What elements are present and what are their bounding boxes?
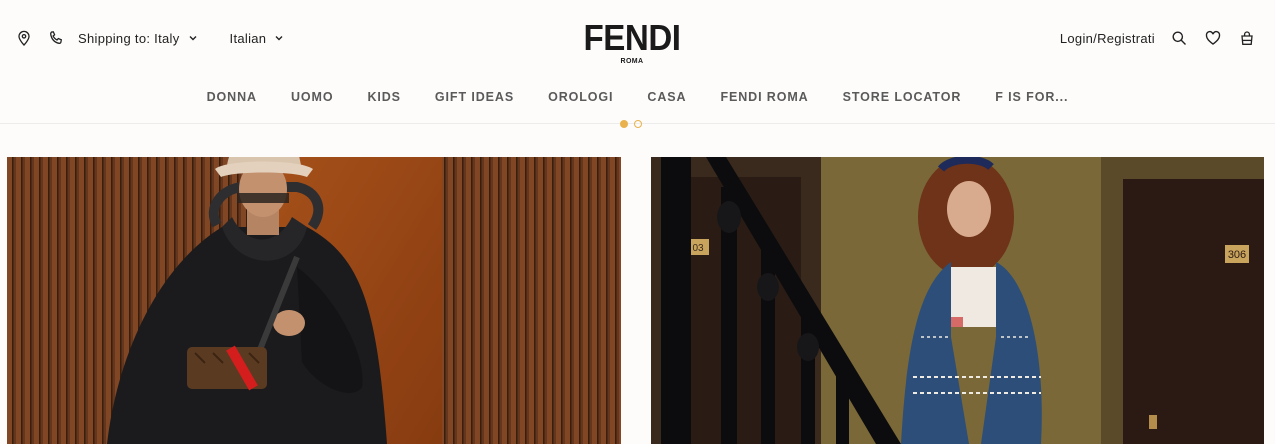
header-utilities-right: Login/Registrati: [1060, 28, 1257, 48]
site-header: Shipping to: Italy Italian FENDI ROMA Lo…: [0, 0, 1275, 124]
logo-wordmark: FENDI: [583, 17, 681, 58]
main-navigation: DONNA UOMO KIDS GIFT IDEAS OROLOGI CASA …: [0, 86, 1275, 108]
carousel-dots: [620, 120, 648, 128]
shipping-label: Shipping to: Italy: [78, 30, 180, 46]
nav-item-donna[interactable]: DONNA: [207, 90, 257, 104]
nav-item-kids[interactable]: KIDS: [367, 90, 400, 104]
location-pin-icon[interactable]: [14, 28, 34, 48]
language-selector[interactable]: Italian: [230, 31, 285, 46]
nav-item-uomo[interactable]: UOMO: [291, 90, 334, 104]
hero-panel-men[interactable]: [7, 157, 621, 444]
chevron-down-icon: [275, 36, 283, 41]
nav-item-f-is-for[interactable]: F IS FOR...: [995, 90, 1068, 104]
nav-item-orologi[interactable]: OROLOGI: [548, 90, 613, 104]
shopping-bag-icon[interactable]: [1237, 28, 1257, 48]
logo-subline: ROMA: [620, 58, 644, 65]
header-utilities-left: Shipping to: Italy Italian: [14, 28, 284, 48]
carousel-dot-2[interactable]: [634, 120, 642, 128]
nav-item-casa[interactable]: CASA: [647, 90, 686, 104]
heart-icon[interactable]: [1203, 28, 1223, 48]
language-label: Italian: [229, 30, 267, 46]
nav-item-fendi-roma[interactable]: FENDI ROMA: [720, 90, 808, 104]
shipping-country-selector[interactable]: Shipping to: Italy: [78, 31, 198, 46]
carousel-dot-1[interactable]: [620, 120, 628, 128]
login-register-link[interactable]: Login/Registrati: [1060, 31, 1155, 46]
hero-image-men: [7, 157, 621, 444]
hero-panel-women[interactable]: 03 306: [651, 157, 1264, 444]
brand-logo[interactable]: FENDI ROMA: [576, 20, 688, 68]
room-number-left: 03: [692, 243, 704, 254]
hero-image-women: 03 306: [651, 157, 1264, 444]
nav-item-gift-ideas[interactable]: GIFT IDEAS: [435, 90, 514, 104]
phone-icon[interactable]: [46, 28, 66, 48]
room-number-right: 306: [1228, 249, 1246, 261]
chevron-down-icon: [189, 36, 197, 41]
nav-item-store-locator[interactable]: STORE LOCATOR: [843, 90, 962, 104]
search-icon[interactable]: [1169, 28, 1189, 48]
